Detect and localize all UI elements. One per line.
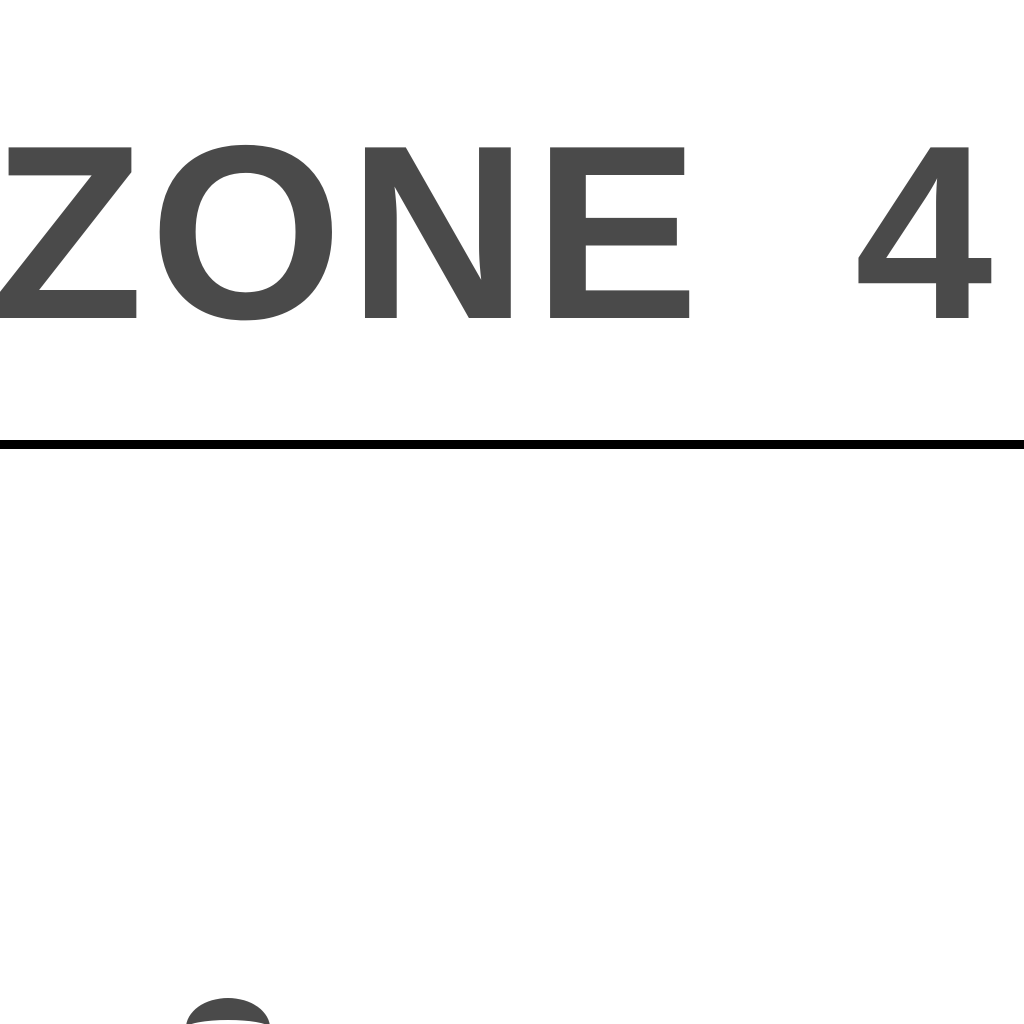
divider-line — [0, 440, 1024, 449]
zone-title: ZONE 4 — [0, 93, 999, 371]
sign-canvas: ZONE 4 — [0, 0, 1024, 1024]
cropped-glyph-arc — [186, 998, 270, 1024]
